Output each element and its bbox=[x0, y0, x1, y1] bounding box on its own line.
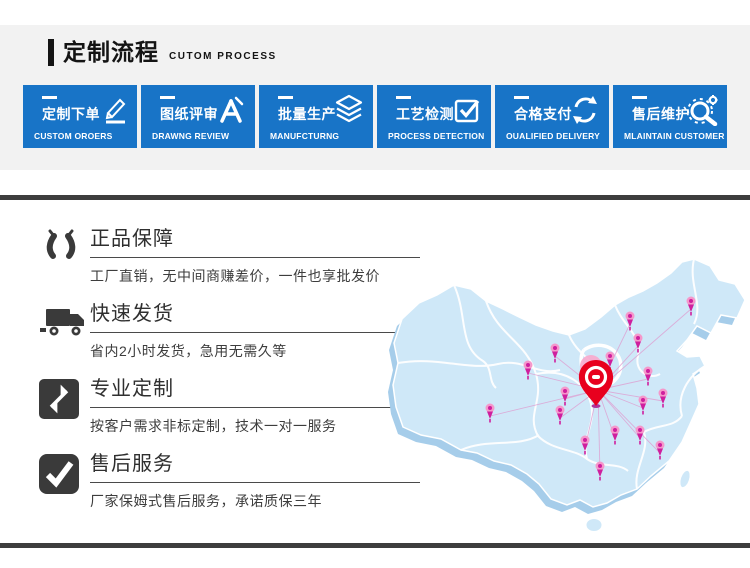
guarantee-text: 正品保障 工厂直销，无中间商赚差价，一件也享批发价 bbox=[90, 222, 438, 297]
process-section: 定制流程 CUTOM PROCESS 定制下单 CUSTOM OROERS 图 bbox=[0, 25, 750, 170]
process-step-manufacturing: 批量生产 MANUFCTURNG bbox=[259, 85, 373, 148]
dash-decoration bbox=[396, 96, 411, 99]
dash-decoration bbox=[42, 96, 57, 99]
dash-decoration bbox=[278, 96, 293, 99]
step-label-en: PROCESS DETECTION bbox=[388, 131, 484, 141]
guarantee-title: 专业定制 bbox=[90, 372, 420, 408]
drafting-tools-icon bbox=[215, 94, 247, 126]
truck-icon bbox=[38, 297, 90, 372]
process-step-maintain-customer: 售后维护 MLAINTAIN CUSTOMER bbox=[613, 85, 727, 148]
gear-wrench-icon bbox=[687, 94, 719, 126]
step-label-en: CUSTOM OROERS bbox=[34, 131, 112, 141]
hands-icon bbox=[38, 222, 90, 297]
guarantee-text: 快速发货 省内2小时发货，急用无需久等 bbox=[90, 297, 438, 372]
china-map-svg bbox=[388, 256, 750, 543]
dash-decoration bbox=[160, 96, 175, 99]
title-accent-bar bbox=[48, 39, 54, 66]
section-header: 定制流程 CUTOM PROCESS bbox=[48, 39, 277, 66]
guarantee-genuine: 正品保障 工厂直销，无中间商赚差价，一件也享批发价 bbox=[38, 222, 438, 297]
guarantee-desc: 工厂直销，无中间商赚差价，一件也享批发价 bbox=[90, 266, 438, 286]
step-label-cn: 合格支付 bbox=[514, 104, 572, 124]
section-title-en: CUTOM PROCESS bbox=[169, 51, 277, 62]
map-taiwan bbox=[678, 469, 692, 489]
dash-decoration bbox=[514, 96, 529, 99]
check-icon bbox=[38, 447, 90, 522]
dash-decoration bbox=[632, 96, 647, 99]
section-divider-top bbox=[0, 195, 750, 200]
guarantee-text: 售后服务 厂家保姆式售后服务，承诺质保三年 bbox=[90, 447, 438, 522]
step-label-en: OUALIFIED DELIVERY bbox=[506, 131, 600, 141]
checkbox-check-icon bbox=[451, 94, 483, 126]
guarantee-title: 正品保障 bbox=[90, 222, 420, 258]
process-step-process-detection: 工艺检测 PROCESS DETECTION bbox=[377, 85, 491, 148]
layers-icon bbox=[333, 94, 365, 126]
guarantee-desc: 按客户需求非标定制，技术一对一服务 bbox=[90, 416, 438, 436]
step-label-en: MANUFCTURNG bbox=[270, 131, 339, 141]
step-label-cn: 图纸评审 bbox=[160, 104, 218, 124]
guarantee-custom: 专业定制 按客户需求非标定制，技术一对一服务 bbox=[38, 372, 438, 447]
china-distribution-map bbox=[388, 256, 750, 543]
step-label-en: DRAWNG REVIEW bbox=[152, 131, 229, 141]
guarantee-text: 专业定制 按客户需求非标定制，技术一对一服务 bbox=[90, 372, 438, 447]
section-divider-bottom bbox=[0, 543, 750, 548]
step-label-cn: 定制下单 bbox=[42, 104, 100, 124]
guarantee-after-sales: 售后服务 厂家保姆式售后服务，承诺质保三年 bbox=[38, 447, 438, 522]
map-hainan bbox=[586, 519, 602, 532]
pencil-icon bbox=[97, 94, 129, 126]
process-step-custom-orders: 定制下单 CUSTOM OROERS bbox=[23, 85, 137, 148]
section-title-cn: 定制流程 bbox=[63, 39, 159, 66]
guarantee-list: 正品保障 工厂直销，无中间商赚差价，一件也享批发价 bbox=[38, 222, 438, 522]
step-label-cn: 工艺检测 bbox=[396, 104, 454, 124]
process-step-qualified-delivery: 合格支付 OUALIFIED DELIVERY bbox=[495, 85, 609, 148]
step-label-en: MLAINTAIN CUSTOMER bbox=[624, 131, 725, 141]
refresh-arrows-icon bbox=[569, 94, 601, 126]
guarantee-title: 售后服务 bbox=[90, 447, 420, 483]
resize-arrow-icon bbox=[38, 372, 90, 447]
step-label-cn: 售后维护 bbox=[632, 104, 690, 124]
guarantee-desc: 厂家保姆式售后服务，承诺质保三年 bbox=[90, 491, 438, 511]
guarantee-fast-shipping: 快速发货 省内2小时发货，急用无需久等 bbox=[38, 297, 438, 372]
guarantee-title: 快速发货 bbox=[90, 297, 420, 333]
step-label-cn: 批量生产 bbox=[278, 104, 336, 124]
guarantee-desc: 省内2小时发货，急用无需久等 bbox=[90, 341, 438, 361]
custom-process-page: 定制流程 CUTOM PROCESS 定制下单 CUSTOM OROERS 图 bbox=[0, 0, 750, 568]
process-steps: 定制下单 CUSTOM OROERS 图纸评审 bbox=[23, 85, 727, 148]
process-step-drawing-review: 图纸评审 DRAWNG REVIEW bbox=[141, 85, 255, 148]
